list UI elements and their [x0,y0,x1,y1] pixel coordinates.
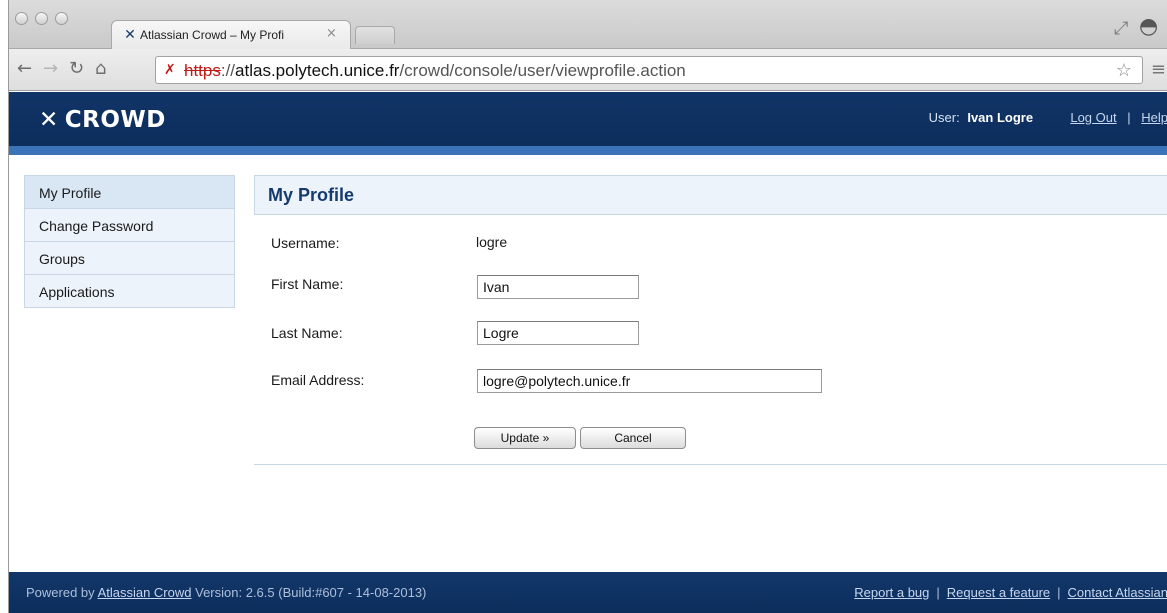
crowd-logo[interactable]: ✕ CROWD [39,107,166,133]
logout-link[interactable]: Log Out [1070,110,1116,125]
update-button[interactable]: Update » [474,427,576,449]
sidebar-item-applications[interactable]: Applications [25,275,234,308]
reload-icon[interactable]: ↻ [69,59,84,79]
back-icon[interactable]: ← [17,59,32,79]
header-accent-stripe [9,146,1167,155]
crowd-favicon-icon: ✕ [124,27,136,43]
sidebar-item-my-profile[interactable]: My Profile [25,176,234,209]
app-header: ✕ CROWD User: Ivan Logre Log Out | Help [9,92,1167,146]
zoom-window-icon[interactable] [55,12,68,25]
email-field[interactable]: logre@polytech.unice.fr [477,369,822,393]
panel-divider [254,464,1167,465]
browser-toolbar: ← → ↻ ⌂ ✗ https://atlas.polytech.unice.f… [9,49,1167,91]
browser-titlebar: ✕ Atlassian Crowd – My Profi × ⤢ ◓ [9,0,1167,49]
footer-separator: | [1057,585,1061,600]
close-tab-icon[interactable]: × [326,26,337,41]
menu-icon[interactable]: ≡ [1151,59,1166,80]
sidebar: My Profile Change Password Groups Applic… [24,175,235,308]
user-label: User: [928,110,960,125]
email-label: Email Address: [271,372,365,388]
url-text[interactable]: https://atlas.polytech.unice.fr/crowd/co… [184,61,686,81]
new-tab-button[interactable] [355,26,395,44]
last-name-field[interactable]: Logre [477,321,639,345]
browser-window: ✕ Atlassian Crowd – My Profi × ⤢ ◓ ← → ↻… [8,0,1167,613]
footer: Powered by Atlassian Crowd Version: 2.6.… [9,572,1167,613]
cancel-button[interactable]: Cancel [580,427,686,449]
username-value: logre [476,234,508,250]
contact-atlassian-link[interactable]: Contact Atlassian [1068,585,1167,600]
incognito-icon: ◓ [1139,14,1159,39]
powered-by-text: Powered by [26,585,95,600]
username-label: Username: [271,235,340,251]
fullscreen-icon[interactable]: ⤢ [1114,18,1128,39]
page-title: My Profile [268,185,355,205]
close-window-icon[interactable] [15,12,28,25]
report-bug-link[interactable]: Report a bug [854,585,929,600]
sidebar-item-change-password[interactable]: Change Password [25,209,234,242]
sidebar-item-groups[interactable]: Groups [25,242,234,275]
forward-icon[interactable]: → [43,59,58,79]
help-link[interactable]: Help [1141,110,1167,125]
user-nav: User: Ivan Logre Log Out | Help [929,110,1167,125]
bookmark-star-icon[interactable]: ☆ [1116,60,1132,81]
insecure-lock-icon[interactable]: ✗ [164,62,180,78]
first-name-field[interactable]: Ivan [477,275,639,299]
tab-title: Atlassian Crowd – My Profi [140,28,285,42]
browser-tab[interactable]: ✕ Atlassian Crowd – My Profi × [111,20,351,49]
request-feature-link[interactable]: Request a feature [947,585,1050,600]
logo-text: CROWD [64,107,166,133]
minimize-window-icon[interactable] [35,12,48,25]
atlassian-crowd-link[interactable]: Atlassian Crowd [98,585,192,600]
first-name-label: First Name: [271,276,344,292]
footer-links: Report a bug | Request a feature | Contact A… [854,585,1167,600]
last-name-label: Last Name: [271,325,343,341]
crowd-logo-icon: ✕ [39,107,59,133]
nav-separator: | [1127,110,1131,125]
version-text: Version: 2.6.5 (Build:#607 - 14-08-2013) [195,585,427,600]
footer-separator: | [936,585,940,600]
footer-version: Powered by Atlassian Crowd Version: 2.6.… [26,585,426,600]
user-name: Ivan Logre [967,110,1034,125]
home-icon[interactable]: ⌂ [95,59,106,79]
panel-header: My Profile [254,175,1167,215]
address-bar[interactable]: ✗ https://atlas.polytech.unice.fr/crowd/… [155,56,1143,84]
